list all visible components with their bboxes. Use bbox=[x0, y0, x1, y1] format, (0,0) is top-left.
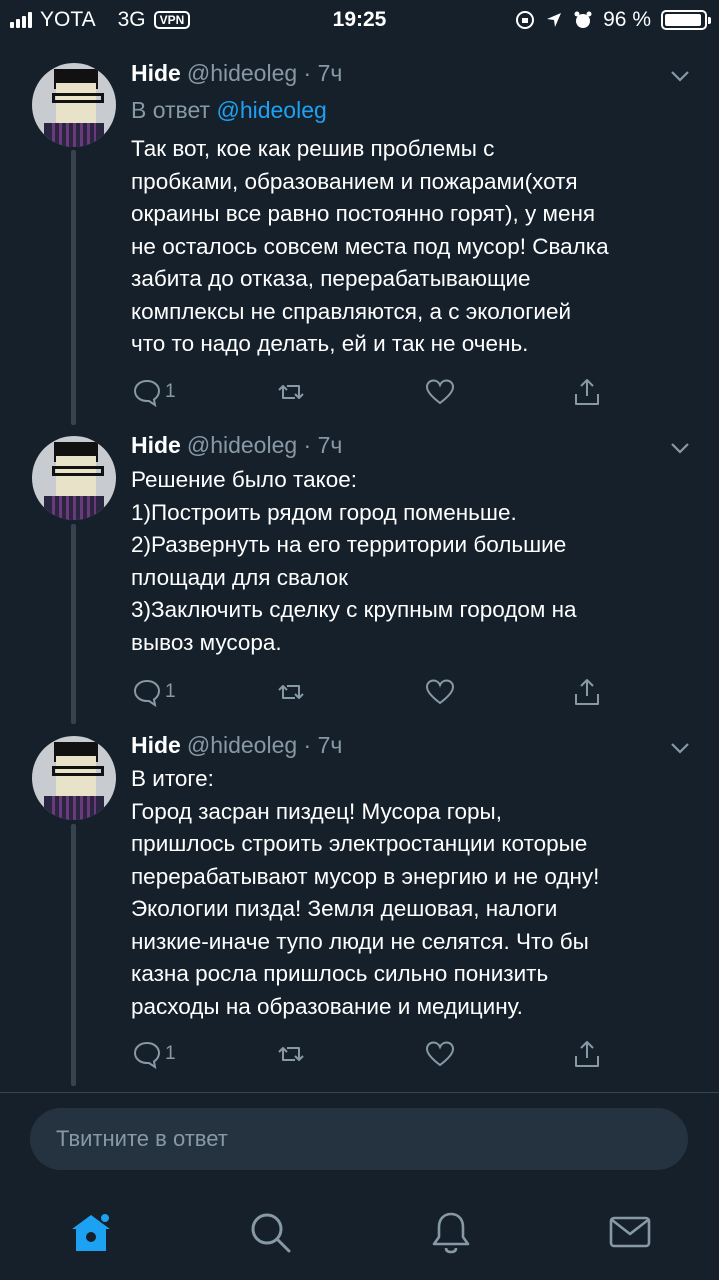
tweet-header: Hide @hideoleg · 7ч bbox=[131, 432, 342, 459]
tweet-text: В итоге: Город засран пиздец! Мусора гор… bbox=[131, 766, 600, 1019]
thread-line bbox=[71, 150, 76, 425]
battery-icon bbox=[661, 10, 711, 30]
author-name[interactable]: Hide bbox=[131, 60, 181, 86]
messages-icon bbox=[609, 1216, 651, 1248]
orientation-lock-icon bbox=[516, 11, 535, 29]
retweet-icon bbox=[278, 385, 304, 399]
like-button[interactable] bbox=[424, 676, 456, 708]
author-handle: @hideoleg · 7ч bbox=[186, 60, 343, 86]
status-bar: YOTA 3G VPN 19:25 96 % bbox=[0, 0, 719, 40]
reply-context: В ответ @hideoleg bbox=[131, 97, 327, 124]
tweet-header: Hide @hideoleg · 7ч bbox=[131, 732, 342, 759]
signal-icon bbox=[10, 12, 32, 28]
location-icon bbox=[547, 13, 562, 27]
tab-search[interactable] bbox=[247, 1209, 293, 1255]
tweet-actions: 1 bbox=[131, 1038, 611, 1074]
like-button[interactable] bbox=[424, 376, 456, 408]
thread-line bbox=[71, 524, 76, 724]
vpn-badge: VPN bbox=[153, 11, 191, 29]
retweet-icon bbox=[278, 1047, 304, 1061]
home-icon bbox=[72, 1212, 111, 1251]
battery-percent: 96 % bbox=[603, 8, 651, 31]
tweet-actions: 1 bbox=[131, 376, 611, 412]
tweet-header: Hide @hideoleg · 7ч bbox=[131, 60, 342, 87]
author-handle: @hideoleg · 7ч bbox=[186, 432, 343, 458]
reply-count: 1 bbox=[165, 681, 176, 702]
reply-button[interactable]: 1 bbox=[131, 1038, 176, 1070]
tweet-text: Так вот, кое как решив проблемы с пробка… bbox=[131, 136, 609, 356]
heart-icon bbox=[425, 679, 455, 705]
tab-messages[interactable] bbox=[607, 1209, 653, 1255]
author-name[interactable]: Hide bbox=[131, 732, 181, 758]
share-button[interactable] bbox=[571, 376, 603, 408]
avatar[interactable] bbox=[32, 736, 116, 820]
retweet-button[interactable] bbox=[275, 676, 307, 708]
tweet-actions: 1 bbox=[131, 676, 611, 712]
reply-button[interactable]: 1 bbox=[131, 376, 176, 408]
retweet-button[interactable] bbox=[275, 376, 307, 408]
share-button[interactable] bbox=[571, 1038, 603, 1070]
share-icon bbox=[575, 379, 599, 405]
reply-button[interactable]: 1 bbox=[131, 676, 176, 708]
carrier: YOTA bbox=[40, 8, 96, 31]
divider bbox=[0, 1092, 719, 1093]
reply-count: 1 bbox=[165, 381, 176, 402]
share-button[interactable] bbox=[571, 676, 603, 708]
tab-home[interactable] bbox=[68, 1209, 114, 1255]
heart-icon bbox=[425, 379, 455, 405]
author-handle: @hideoleg · 7ч bbox=[186, 732, 343, 758]
share-icon bbox=[575, 679, 599, 705]
like-button[interactable] bbox=[424, 1038, 456, 1070]
chevron-down-icon[interactable] bbox=[669, 65, 691, 87]
retweet-icon bbox=[278, 685, 304, 699]
network-type: 3G bbox=[117, 8, 146, 31]
author-name[interactable]: Hide bbox=[131, 432, 181, 458]
compose-placeholder: Твитните в ответ bbox=[56, 1126, 228, 1151]
tab-bar bbox=[0, 1195, 719, 1275]
reply-to-link[interactable]: @hideoleg bbox=[216, 97, 326, 123]
avatar[interactable] bbox=[32, 436, 116, 520]
reply-icon bbox=[133, 1041, 161, 1070]
reply-icon bbox=[133, 679, 161, 708]
alarm-icon bbox=[574, 11, 592, 28]
tweet-text: Решение было такое: 1)Построить рядом го… bbox=[131, 467, 577, 655]
reply-icon bbox=[133, 379, 161, 408]
chevron-down-icon[interactable] bbox=[669, 737, 691, 759]
reply-compose-input[interactable]: Твитните в ответ bbox=[30, 1108, 688, 1170]
heart-icon bbox=[425, 1041, 455, 1067]
retweet-button[interactable] bbox=[275, 1038, 307, 1070]
share-icon bbox=[575, 1041, 599, 1067]
thread-line bbox=[71, 824, 76, 1086]
notifications-icon bbox=[432, 1212, 470, 1254]
search-icon bbox=[251, 1213, 291, 1253]
reply-prefix: В ответ bbox=[131, 97, 211, 123]
chevron-down-icon[interactable] bbox=[669, 437, 691, 459]
avatar[interactable] bbox=[32, 63, 116, 147]
reply-count: 1 bbox=[165, 1043, 176, 1064]
tab-notifications[interactable] bbox=[428, 1209, 474, 1255]
